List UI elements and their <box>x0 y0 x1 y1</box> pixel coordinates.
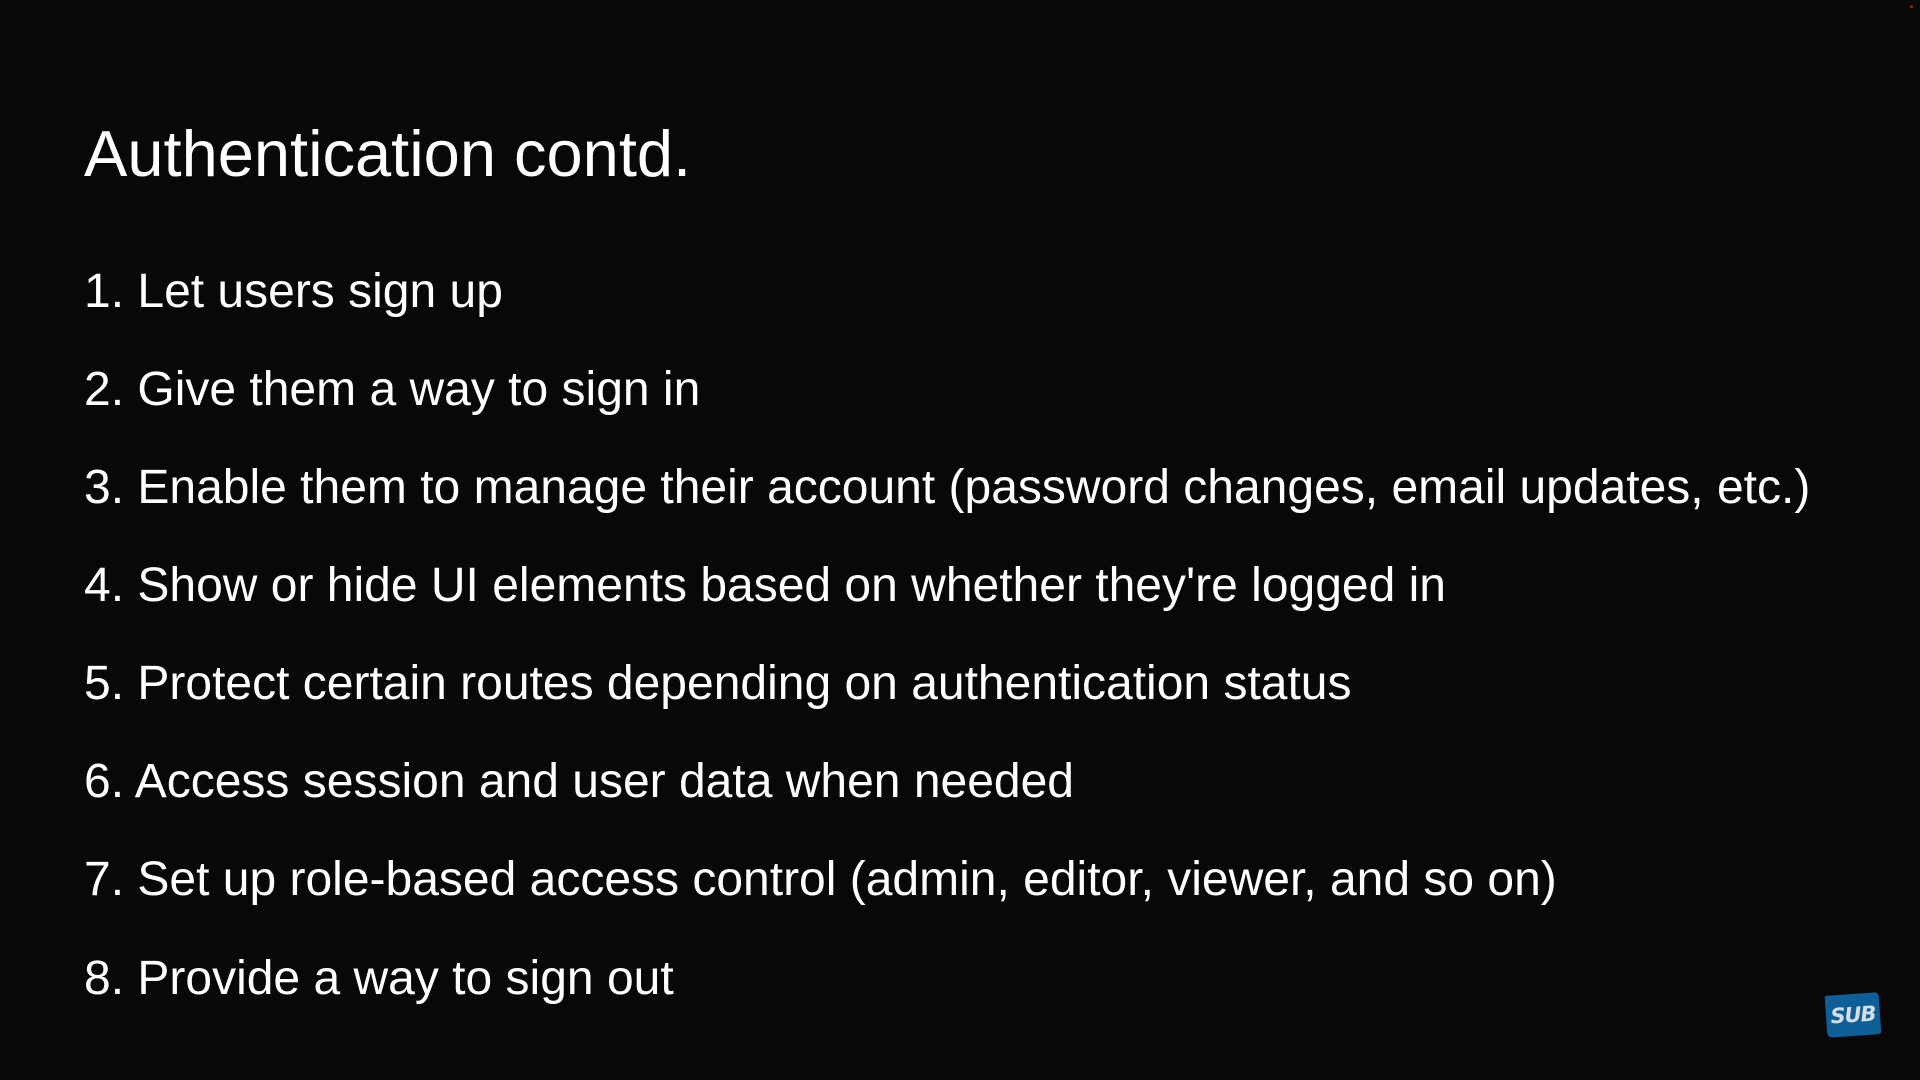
list-item: 2. Give them a way to sign in <box>84 363 701 416</box>
list-item: 5. Protect certain routes depending on a… <box>84 657 1352 710</box>
list-item: 1. Let users sign up <box>84 265 503 318</box>
subscribe-logo-label: SUB <box>1829 1001 1877 1029</box>
recording-dot-icon <box>1910 5 1913 8</box>
list-item: 8. Provide a way to sign out <box>84 952 674 1005</box>
list-item: 3. Enable them to manage their account (… <box>84 461 1811 514</box>
list-item: 7. Set up role-based access control (adm… <box>84 853 1557 906</box>
slide-title: Authentication contd. <box>84 117 692 190</box>
list-item: 4. Show or hide UI elements based on whe… <box>84 559 1446 612</box>
subscribe-logo[interactable]: SUB <box>1824 992 1882 1038</box>
list-item: 6. Access session and user data when nee… <box>84 755 1074 808</box>
